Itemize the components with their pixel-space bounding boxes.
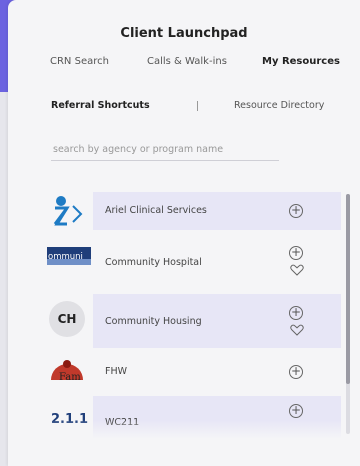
tab-resource-directory[interactable]: Resource Directory <box>234 100 324 111</box>
tab-divider <box>197 101 198 111</box>
scroll-thumb[interactable] <box>346 194 350 384</box>
resource-name: FHW <box>105 366 128 377</box>
tab-crn-search[interactable]: CRN Search <box>50 56 109 67</box>
ariel-clinical-logo <box>47 192 91 232</box>
resource-name: Community Housing <box>105 316 202 327</box>
add-icon[interactable]: + <box>289 204 303 218</box>
search-input[interactable] <box>51 138 279 161</box>
community-hospital-logo: ommuni <box>47 243 91 283</box>
list-fade <box>41 420 341 438</box>
page-title: Client Launchpad <box>120 26 248 41</box>
add-icon[interactable]: + <box>289 365 303 379</box>
resource-name: Community Hospital <box>105 257 202 268</box>
logo-text: Fam <box>59 372 81 383</box>
add-icon[interactable]: + <box>289 404 303 418</box>
sub-tabs: Referral Shortcuts Resource Directory <box>8 100 360 114</box>
add-icon[interactable]: + <box>289 246 303 260</box>
tab-calls-walk-ins[interactable]: Calls & Walk-ins <box>147 56 227 67</box>
resource-list: Ariel Clinical Services + ommuni Communi… <box>41 188 341 438</box>
list-item[interactable]: ommuni Community Hospital + <box>41 236 331 290</box>
list-item[interactable]: Fam FHW + <box>41 354 331 392</box>
heart-icon[interactable] <box>290 264 304 276</box>
ch-avatar: CH <box>47 301 91 341</box>
heart-icon[interactable] <box>290 324 304 336</box>
resource-name: Ariel Clinical Services <box>105 205 207 216</box>
fhw-logo: Fam <box>47 354 91 394</box>
scrollbar[interactable] <box>346 194 350 434</box>
list-item[interactable]: Ariel Clinical Services + <box>41 192 341 232</box>
tab-referral-shortcuts[interactable]: Referral Shortcuts <box>51 100 150 111</box>
add-icon[interactable]: + <box>289 306 303 320</box>
logo-text: ommuni <box>48 252 83 262</box>
top-tabs: CRN Search Calls & Walk-ins My Resources <box>8 56 360 70</box>
avatar: CH <box>49 301 85 337</box>
tab-my-resources[interactable]: My Resources <box>262 56 340 67</box>
list-item[interactable]: CH Community Housing + <box>41 294 341 348</box>
